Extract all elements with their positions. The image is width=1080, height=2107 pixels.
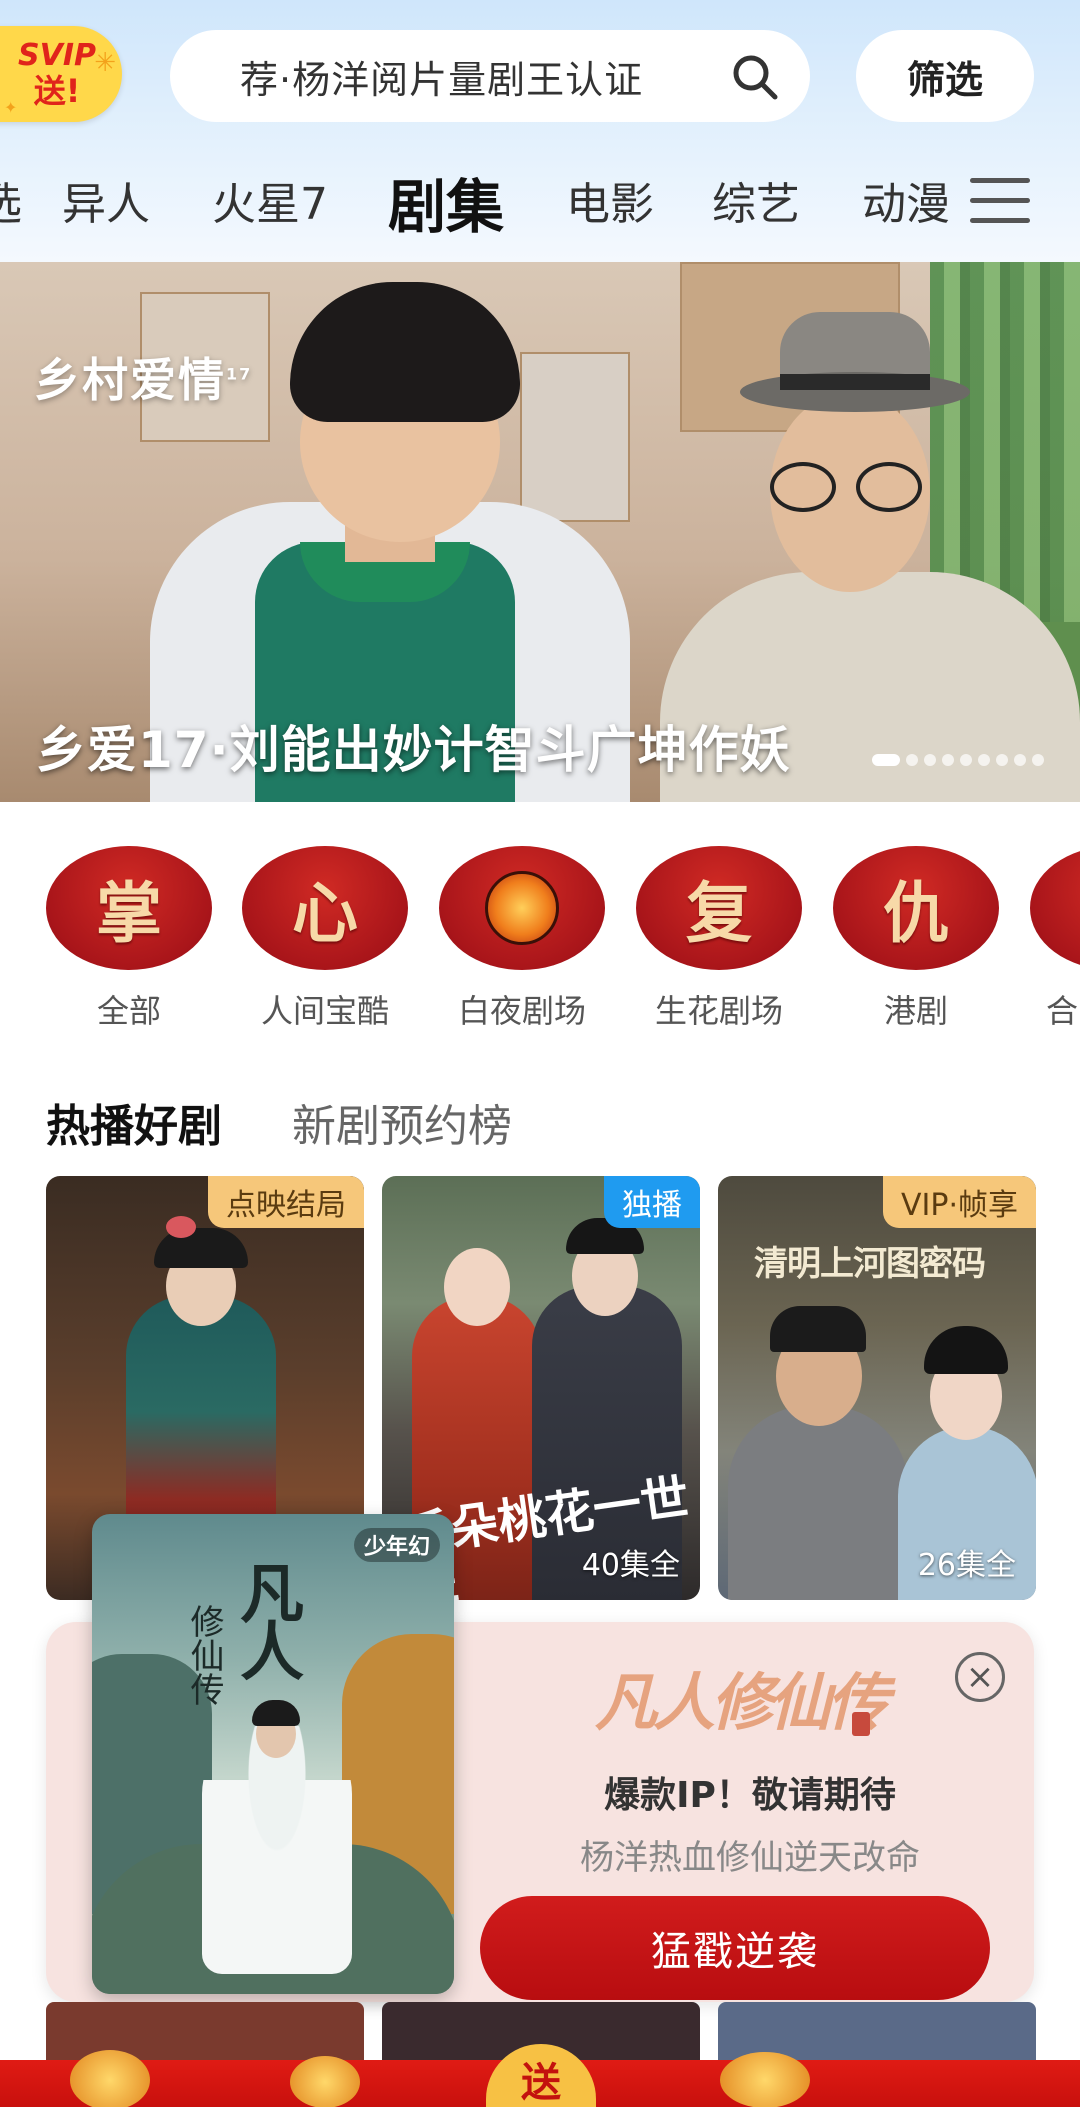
tab-variety[interactable]: 综艺 <box>712 168 800 232</box>
carousel-dot[interactable] <box>996 754 1008 766</box>
tab-hot-dramas[interactable]: 热播好剧 <box>46 1090 222 1154</box>
svip-promo-badge[interactable]: ✳ ✦ SVIP 送! <box>0 26 122 122</box>
lantern-icon <box>70 2050 150 2107</box>
banner-caption: 乡爱17·刘能出妙计智斗广坤作妖 <box>36 721 791 779</box>
close-icon[interactable]: × <box>955 1652 1005 1702</box>
popup-subtitle: 杨洋热血修仙逆天改命 <box>580 1838 920 1878</box>
tab-partial-left[interactable]: 选 <box>0 168 22 232</box>
show-logo-text: 乡村爱情 <box>34 353 226 407</box>
sparkle-icon: ✦ <box>4 98 18 117</box>
popup-cta-button[interactable]: 猛戳逆袭 <box>480 1896 990 2000</box>
tab-series[interactable]: 剧集 <box>388 160 504 244</box>
poster-title-calligraphy: 凡人 <box>229 1560 304 1676</box>
popup-poster[interactable]: 凡人 修仙传 少年幻 <box>92 1514 454 1994</box>
hero-banner[interactable]: 乡村爱情17 乡爱17·刘能出妙计智斗广坤作妖 <box>0 262 1080 802</box>
category-label: 人间宝酷 <box>260 992 389 1030</box>
character-face <box>444 1248 510 1326</box>
episode-count: 26集全 <box>917 1548 1016 1583</box>
category-renjian-baoku[interactable]: 心 人间宝酷 <box>242 846 408 1032</box>
show-logo: 乡村爱情17 <box>34 344 252 410</box>
category-label: 生花剧场 <box>654 992 783 1030</box>
drama-card[interactable]: 清明上河图密码 VIP·帧享 26集全 <box>718 1176 1036 1600</box>
svip-label: SVIP <box>18 38 96 73</box>
flame-emblem-icon <box>485 871 559 945</box>
actor2-hatband <box>780 374 930 390</box>
character-hat <box>770 1306 866 1352</box>
category-emblem: 仇 <box>833 846 999 970</box>
tab-movies[interactable]: 电影 <box>566 168 654 232</box>
menu-icon[interactable] <box>970 178 1030 228</box>
carousel-dot[interactable] <box>1014 754 1026 766</box>
title-calligraphy: 清明上河图密码 <box>754 1244 986 1284</box>
hero-figure <box>202 1724 352 1974</box>
category-emblem <box>1030 846 1080 970</box>
tab-new-reservations[interactable]: 新剧预约榜 <box>292 1090 512 1154</box>
carousel-indicator <box>872 754 1044 766</box>
category-label: 合 <box>1046 992 1079 1030</box>
hero-hair <box>252 1700 300 1726</box>
search-bar[interactable]: 荐·杨洋阅片量剧王认证 <box>170 30 810 122</box>
poster-brand-badge: 少年幻 <box>353 1528 440 1562</box>
vip-badge: VIP·帧享 <box>883 1176 1036 1228</box>
carousel-dot[interactable] <box>978 754 990 766</box>
character-figure <box>728 1406 908 1600</box>
hair-flower <box>166 1216 196 1238</box>
search-suggestion-text: 荐·杨洋阅片量剧王认证 <box>240 57 644 102</box>
lantern-icon <box>290 2056 360 2107</box>
tab-mars7[interactable]: 火星7 <box>212 168 328 232</box>
tab-yiren[interactable]: 异人 <box>62 168 150 232</box>
carousel-dot[interactable] <box>924 754 936 766</box>
carousel-dot[interactable] <box>906 754 918 766</box>
lantern-icon <box>720 2052 810 2107</box>
seal-stamp-icon <box>852 1712 870 1736</box>
popup-show-logo: 凡人修仙传 <box>595 1666 889 1739</box>
search-icon[interactable] <box>730 52 780 102</box>
tab-anime[interactable]: 动漫 <box>862 168 950 232</box>
category-partial[interactable]: 合 <box>1030 846 1080 1032</box>
exclusive-badge: 独播 <box>604 1176 700 1228</box>
category-shenghua-theater[interactable]: 复 生花剧场 <box>636 846 802 1032</box>
category-label: 全部 <box>96 992 161 1030</box>
category-hk-drama[interactable]: 仇 港剧 <box>833 846 999 1032</box>
character-hair <box>924 1326 1008 1374</box>
actor-hair <box>290 282 520 422</box>
category-label: 白夜剧场 <box>457 992 586 1030</box>
top-header: ✳ ✦ SVIP 送! 荐·杨洋阅片量剧王认证 筛选 选 异人 火星7 剧集 电… <box>0 0 1080 262</box>
svip-gift-label: 送! <box>33 72 81 110</box>
status-badge: 点映结局 <box>208 1176 364 1228</box>
carousel-dot-active[interactable] <box>872 754 900 766</box>
channel-tabs: 选 异人 火星7 剧集 电影 综艺 动漫 <box>0 160 960 250</box>
show-logo-season: 17 <box>226 364 253 384</box>
popup-title: 爆款IP！敬请期待 <box>604 1775 896 1816</box>
glasses-icon <box>770 462 930 512</box>
carousel-dot[interactable] <box>960 754 972 766</box>
category-emblem: 心 <box>242 846 408 970</box>
category-row: 掌 全部 心 人间宝酷 白夜剧场 复 生花剧场 仇 港剧 合 <box>0 846 1080 1046</box>
wall-photo <box>520 352 630 522</box>
carousel-dot[interactable] <box>1032 754 1044 766</box>
filter-button[interactable]: 筛选 <box>856 30 1034 122</box>
category-emblem: 复 <box>636 846 802 970</box>
character-hair <box>154 1228 248 1268</box>
category-emblem <box>439 846 605 970</box>
category-all[interactable]: 掌 全部 <box>46 846 212 1032</box>
episode-count: 40集全 <box>581 1548 680 1583</box>
category-emblem: 掌 <box>46 846 212 970</box>
poster-title-calligraphy-2: 修仙传 <box>184 1604 224 1706</box>
category-baiye-theater[interactable]: 白夜剧场 <box>439 846 605 1032</box>
category-label: 港剧 <box>883 992 948 1030</box>
carousel-dot[interactable] <box>942 754 954 766</box>
bamboo-decor <box>930 262 1080 622</box>
sparkle-icon: ✳ <box>94 48 116 78</box>
